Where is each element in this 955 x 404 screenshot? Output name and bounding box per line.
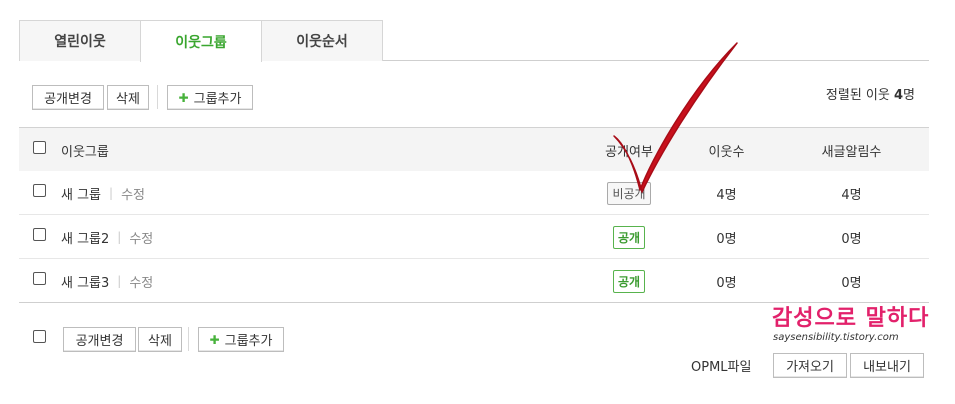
delete-label: 삭제 (148, 334, 172, 349)
sorted-unit: 명 (903, 88, 915, 103)
delete-button[interactable]: 삭제 (107, 85, 149, 110)
neighbor-count: 0명 (716, 231, 737, 247)
bottom-change-public-button[interactable]: 공개변경 (63, 327, 136, 352)
watermark-title: 감성으로 말하다 (772, 305, 930, 331)
divider: | (117, 274, 122, 288)
edit-link[interactable]: 수정 (121, 184, 145, 203)
select-all-checkbox[interactable] (33, 141, 46, 154)
toolbar-separator (157, 85, 158, 109)
tab-neighbor-groups[interactable]: 이웃그룹 (140, 20, 262, 62)
private-badge[interactable]: 비공개 (607, 181, 651, 205)
group-name: 새 그룹 (61, 187, 102, 203)
public-badge[interactable]: 공개 (612, 269, 646, 293)
toolbar-separator (188, 327, 189, 351)
public-badge[interactable]: 공개 (612, 225, 646, 249)
tab-neighbor-order[interactable]: 이웃순서 (261, 20, 383, 61)
row-checkbox[interactable] (33, 272, 46, 285)
neighbor-count: 0명 (716, 275, 737, 291)
opml-label: OPML파일 (691, 360, 752, 375)
bottom-delete-button[interactable]: 삭제 (138, 327, 182, 352)
bottom-select-all-checkbox[interactable] (33, 330, 46, 343)
bottom-add-group-button[interactable]: ✚ 그룹추가 (198, 327, 284, 352)
tab-open-neighbors[interactable]: 열린이웃 (19, 20, 141, 61)
new-alert-count: 0명 (841, 231, 862, 247)
delete-label: 삭제 (116, 92, 140, 107)
group-name-cell: 새 그룹2 | 수정 (61, 215, 153, 259)
add-group-button[interactable]: ✚ 그룹추가 (167, 85, 253, 110)
header-neighbor-count: 이웃수 (708, 144, 745, 160)
change-public-label: 공개변경 (44, 92, 92, 107)
divider: | (109, 186, 114, 200)
table-row: 새 그룹2 | 수정 공개 0명 0명 (19, 215, 929, 259)
tab-bar: 열린이웃 이웃그룹 이웃순서 (19, 20, 929, 62)
add-group-label: 그룹추가 (224, 334, 273, 349)
public-cell: 공개 (579, 259, 679, 303)
plus-icon: ✚ (178, 90, 189, 105)
watermark-url: saysensibility.tistory.com (773, 332, 899, 343)
table-header: 이웃그룹 공개여부 이웃수 새글알림수 (19, 127, 929, 171)
add-group-label: 그룹추가 (193, 92, 242, 107)
public-cell: 비공개 (579, 171, 679, 215)
change-public-label: 공개변경 (75, 334, 124, 349)
import-button[interactable]: 가져오기 (773, 353, 847, 378)
public-cell: 공개 (579, 215, 679, 259)
neighbor-count: 4명 (716, 187, 737, 203)
row-checkbox[interactable] (33, 228, 46, 241)
new-alert-count: 4명 (841, 187, 862, 203)
sorted-count: 4 (893, 88, 904, 103)
divider: | (117, 230, 122, 244)
header-public: 공개여부 (605, 144, 653, 160)
header-new-post-alert: 새글알림수 (821, 144, 882, 160)
group-name-cell: 새 그룹3 | 수정 (61, 259, 153, 303)
edit-link[interactable]: 수정 (129, 272, 153, 291)
import-label: 가져오기 (786, 360, 834, 375)
sorted-prefix: 정렬된 이웃 (825, 88, 890, 103)
edit-link[interactable]: 수정 (129, 228, 153, 247)
group-name: 새 그룹2 (61, 231, 110, 247)
sorted-neighbors-count: 정렬된 이웃 4명 (826, 84, 915, 103)
export-label: 내보내기 (863, 360, 911, 375)
table-row: 새 그룹3 | 수정 공개 0명 0명 (19, 259, 929, 303)
new-alert-count: 0명 (841, 275, 862, 291)
change-public-button[interactable]: 공개변경 (32, 85, 104, 110)
group-name: 새 그룹3 (61, 275, 110, 291)
plus-icon: ✚ (209, 332, 220, 347)
header-group-name: 이웃그룹 (61, 144, 109, 160)
export-button[interactable]: 내보내기 (850, 353, 924, 378)
group-name-cell: 새 그룹 | 수정 (61, 171, 145, 215)
watermark: 감성으로 말하다 saysensibility.tistory.com (770, 300, 928, 350)
row-checkbox[interactable] (33, 184, 46, 197)
table-row: 새 그룹 | 수정 비공개 4명 4명 (19, 171, 929, 215)
